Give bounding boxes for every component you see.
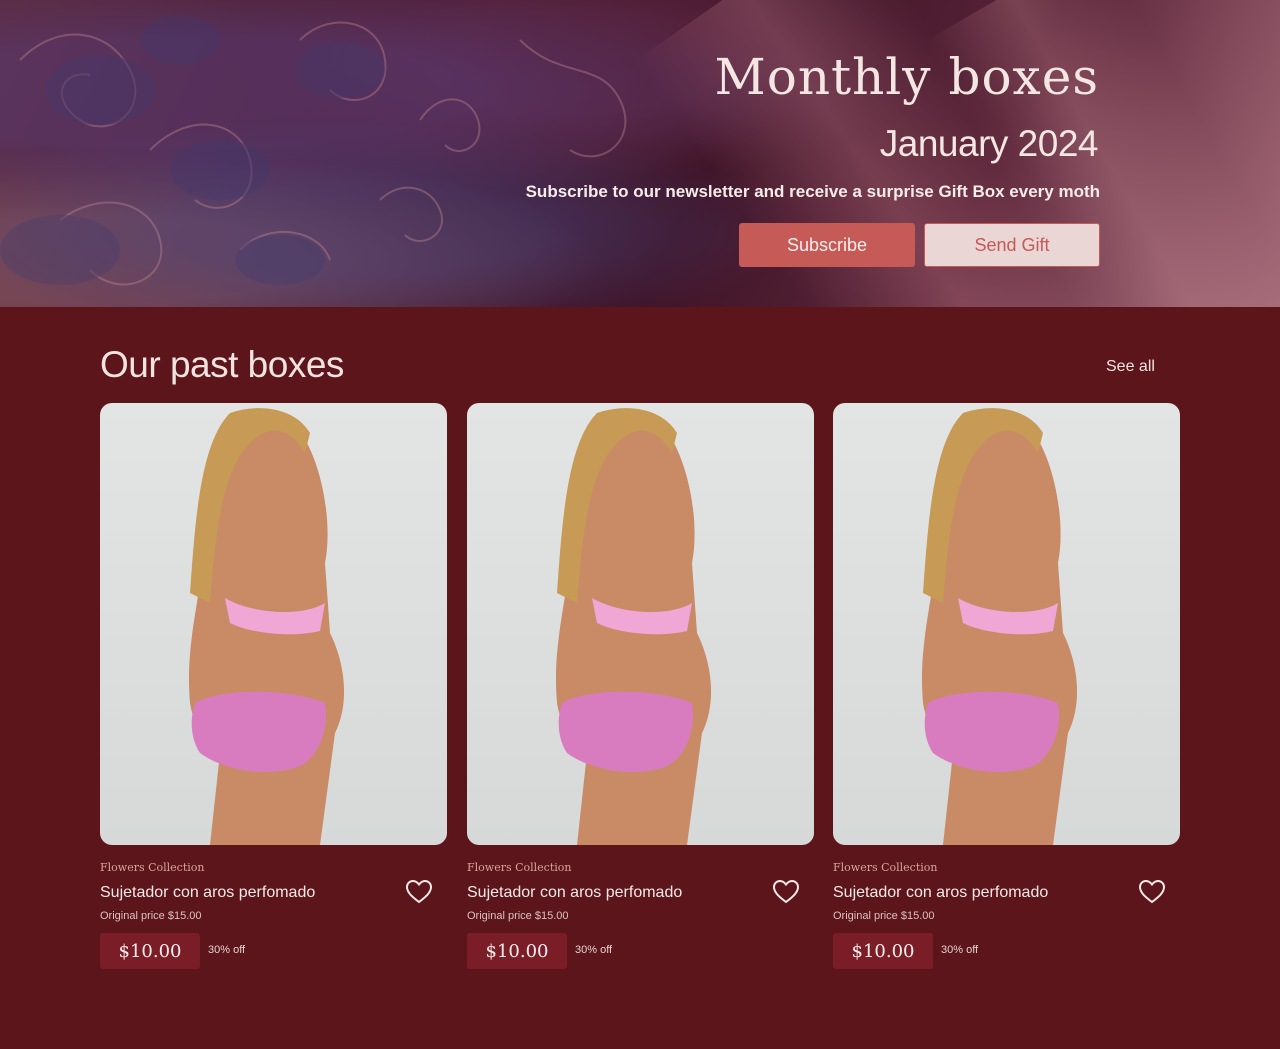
- product-card[interactable]: Flowers Collection Sujetador con aros pe…: [467, 403, 814, 969]
- original-price: Original price $15.00: [100, 910, 202, 922]
- subscribe-button[interactable]: Subscribe: [739, 223, 915, 267]
- original-price: Original price $15.00: [833, 910, 935, 922]
- heart-icon[interactable]: [772, 879, 800, 905]
- model-photo: [921, 408, 1078, 845]
- model-photo: [555, 408, 712, 845]
- product-image[interactable]: [833, 403, 1180, 845]
- hero-banner: Monthly boxes January 2024 Subscribe to …: [0, 0, 1280, 307]
- see-all-link[interactable]: See all: [1106, 358, 1155, 376]
- heart-icon[interactable]: [405, 879, 433, 905]
- hero-subtitle: Subscribe to our newsletter and receive …: [525, 182, 1100, 201]
- collection-label: Flowers Collection: [833, 861, 938, 874]
- price-badge: $10.00: [100, 933, 200, 969]
- product-name[interactable]: Sujetador con aros perfomado: [100, 884, 315, 902]
- price-badge: $10.00: [833, 933, 933, 969]
- discount-label: 30% off: [208, 944, 246, 956]
- model-photo: [188, 408, 345, 845]
- product-name[interactable]: Sujetador con aros perfomado: [467, 884, 682, 902]
- original-price: Original price $15.00: [467, 910, 569, 922]
- product-card[interactable]: Flowers Collection Sujetador con aros pe…: [833, 403, 1180, 969]
- collection-label: Flowers Collection: [100, 861, 205, 874]
- discount-label: 30% off: [941, 944, 979, 956]
- send-gift-button[interactable]: Send Gift: [924, 223, 1100, 267]
- discount-label: 30% off: [575, 944, 613, 956]
- lace-background-image: [0, 15, 627, 286]
- hero-title: Monthly boxes: [714, 48, 1099, 106]
- product-card[interactable]: Flowers Collection Sujetador con aros pe…: [100, 403, 447, 969]
- product-image[interactable]: [467, 403, 814, 845]
- hero-date: January 2024: [879, 123, 1099, 164]
- product-name[interactable]: Sujetador con aros perfomado: [833, 884, 1048, 902]
- section-title: Our past boxes: [100, 344, 344, 385]
- heart-icon[interactable]: [1138, 879, 1166, 905]
- collection-label: Flowers Collection: [467, 861, 572, 874]
- price-badge: $10.00: [467, 933, 567, 969]
- product-image[interactable]: [100, 403, 447, 845]
